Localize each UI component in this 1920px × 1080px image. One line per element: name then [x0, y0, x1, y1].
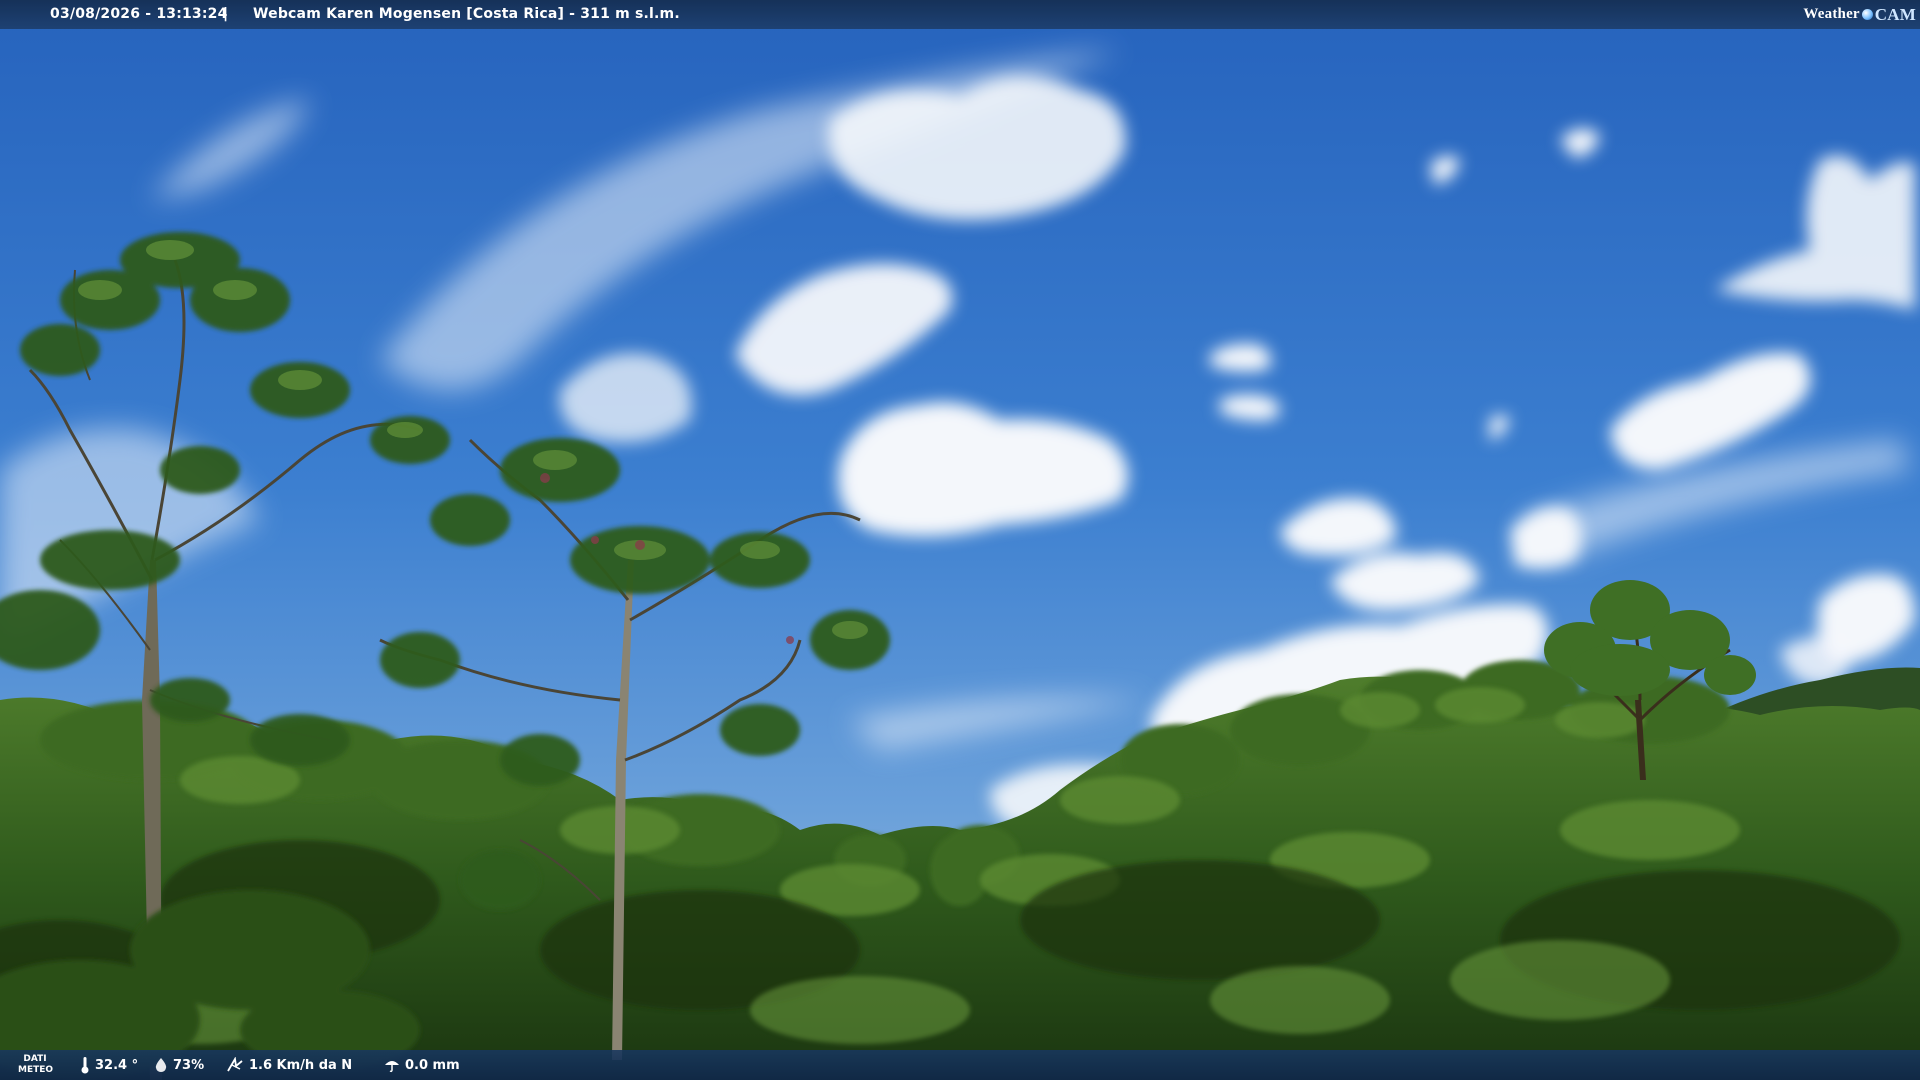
- dati-meteo-label: DATI METEO: [18, 1054, 54, 1076]
- webcam-frame: 03/08/2026 - 13:13:24 | Webcam Karen Mog…: [0, 0, 1920, 1080]
- weather-data-bar: DATI METEO 32.4 ° 73% 1.6 Km/h da N 0.0 …: [0, 1050, 1920, 1080]
- globe-icon: [1861, 9, 1873, 20]
- logo-weather-text: Weather: [1803, 6, 1860, 22]
- datetime-label: 03/08/2026 - 13:13:24: [50, 6, 228, 22]
- dati-line1: DATI: [23, 1054, 47, 1064]
- water-drop-icon: [154, 1057, 168, 1073]
- weathercam-logo: Weather CAM: [1803, 0, 1916, 29]
- header-bar: 03/08/2026 - 13:13:24 | Webcam Karen Mog…: [0, 0, 1920, 29]
- temperature-reading: 32.4 °: [80, 1050, 138, 1080]
- humidity-value: 73%: [173, 1057, 205, 1073]
- rain-value: 0.0 mm: [405, 1057, 460, 1073]
- webcam-image: [0, 0, 1920, 1080]
- wind-icon: [226, 1057, 244, 1073]
- thermometer-icon: [80, 1056, 90, 1074]
- webcam-title: Webcam Karen Mogensen [Costa Rica] - 311…: [253, 6, 680, 22]
- dati-line2: METEO: [18, 1065, 54, 1075]
- humidity-reading: 73%: [154, 1050, 204, 1080]
- rain-reading: 0.0 mm: [384, 1050, 460, 1080]
- header-separator: |: [223, 6, 229, 22]
- wind-value: 1.6 Km/h da N: [249, 1057, 353, 1073]
- umbrella-icon: [384, 1057, 400, 1073]
- temperature-value: 32.4 °: [95, 1057, 139, 1073]
- wind-reading: 1.6 Km/h da N: [226, 1050, 352, 1080]
- logo-cam-text: CAM: [1874, 5, 1916, 24]
